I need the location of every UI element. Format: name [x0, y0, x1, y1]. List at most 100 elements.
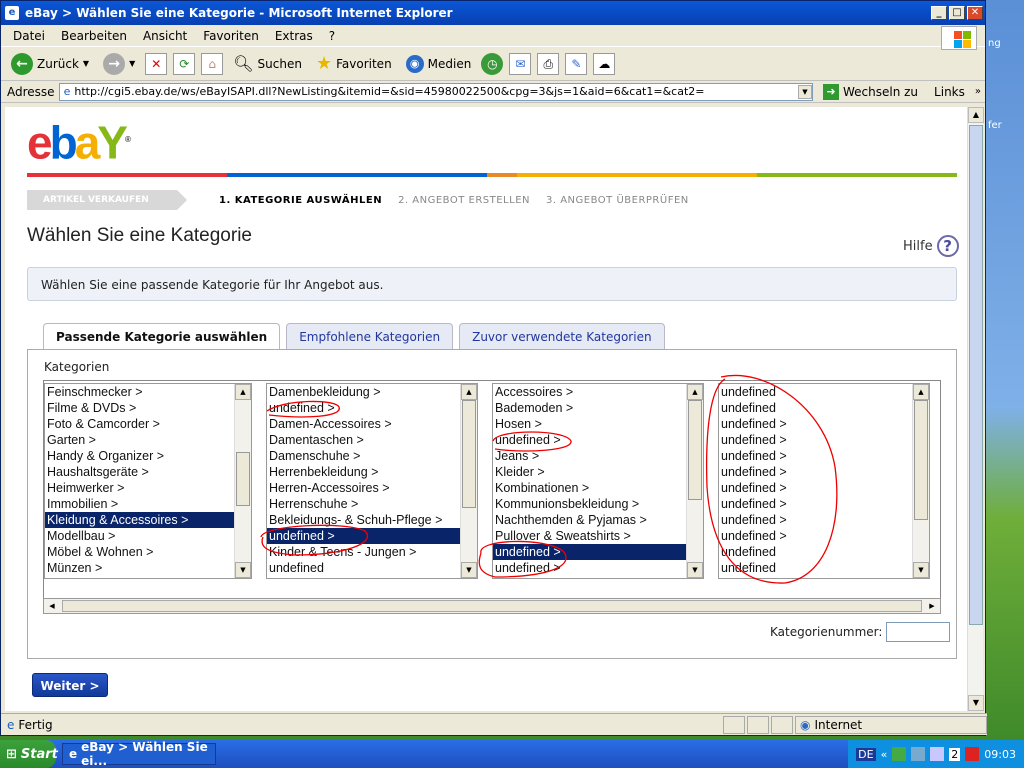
category-option[interactable]: undefined: [267, 560, 460, 576]
scroll-left-icon[interactable]: ◀: [44, 599, 60, 613]
address-dropdown-icon[interactable]: ▼: [798, 84, 812, 99]
menu-extras[interactable]: Extras: [267, 29, 321, 43]
back-button[interactable]: ← Zurück ▼: [7, 51, 93, 77]
category-option[interactable]: Modellbau >: [45, 528, 234, 544]
horizontal-scrollbar[interactable]: ◀ ▶: [43, 598, 941, 614]
category-option[interactable]: Immobilien >: [45, 496, 234, 512]
category-option[interactable]: Nachthemden & Pyjamas >: [493, 512, 686, 528]
category-option[interactable]: Münzen >: [45, 560, 234, 576]
history-icon[interactable]: ◷: [481, 52, 504, 75]
scrollbar[interactable]: ▲ ▼: [912, 384, 929, 578]
category-option[interactable]: undefined >: [493, 432, 686, 448]
category-option[interactable]: undefined >: [719, 416, 912, 432]
category-option[interactable]: undefined: [719, 384, 912, 400]
category-option[interactable]: undefined: [719, 560, 912, 576]
scroll-thumb[interactable]: [969, 125, 983, 625]
category-list-4[interactable]: undefined undefined undefined > undefined >…: [718, 383, 930, 579]
scrollbar[interactable]: ▲ ▼: [460, 384, 477, 578]
category-option[interactable]: Accessoires >: [493, 384, 686, 400]
messenger-icon[interactable]: ☁: [593, 52, 616, 75]
go-button[interactable]: ➜ Wechseln zu: [817, 83, 924, 100]
menu-datei[interactable]: Datei: [5, 29, 53, 43]
scrollbar[interactable]: ▲ ▼: [686, 384, 703, 578]
maximize-button[interactable]: □: [949, 6, 965, 20]
home-icon[interactable]: ⌂: [201, 52, 224, 75]
category-option[interactable]: Damenbekleidung >: [267, 384, 460, 400]
category-option[interactable]: Damentaschen >: [267, 432, 460, 448]
help-link[interactable]: Hilfe ?: [903, 235, 959, 257]
category-option[interactable]: undefined >: [719, 464, 912, 480]
tab-recommended[interactable]: Empfohlene Kategorien: [286, 323, 454, 349]
category-option[interactable]: Herrenbekleidung >: [267, 464, 460, 480]
scroll-right-icon[interactable]: ▶: [924, 599, 940, 613]
category-option[interactable]: Haushaltsgeräte >: [45, 464, 234, 480]
category-option[interactable]: undefined: [719, 400, 912, 416]
scroll-down-icon[interactable]: ▼: [968, 695, 984, 711]
category-option[interactable]: Filme & DVDs >: [45, 400, 234, 416]
menu-ansicht[interactable]: Ansicht: [135, 29, 195, 43]
ebay-logo[interactable]: ebaY®: [27, 117, 131, 165]
scroll-thumb[interactable]: [688, 400, 702, 500]
category-option[interactable]: Heimwerker >: [45, 480, 234, 496]
category-option[interactable]: Herrenschuhe >: [267, 496, 460, 512]
start-button[interactable]: ⊞ Start: [0, 740, 58, 768]
scroll-down-icon[interactable]: ▼: [687, 562, 703, 578]
favorites-button[interactable]: ★ Favoriten: [312, 51, 396, 76]
media-button[interactable]: ◉ Medien: [402, 53, 476, 75]
category-option[interactable]: undefined >: [719, 496, 912, 512]
refresh-icon[interactable]: ⟳: [173, 52, 196, 75]
menu-help[interactable]: ?: [321, 29, 343, 43]
category-option[interactable]: undefined >: [493, 560, 686, 576]
scroll-down-icon[interactable]: ▼: [461, 562, 477, 578]
chevron-right-icon[interactable]: »: [975, 86, 985, 97]
address-input[interactable]: e http://cgi5.ebay.de/ws/eBayISAPI.dll?N…: [58, 82, 813, 101]
close-button[interactable]: ✕: [967, 6, 983, 20]
category-option[interactable]: Damen-Accessoires >: [267, 416, 460, 432]
scroll-thumb[interactable]: [462, 400, 476, 508]
category-option[interactable]: Pullover & Sweatshirts >: [493, 528, 686, 544]
edit-icon[interactable]: ✎: [565, 52, 588, 75]
category-option[interactable]: Kinder & Teens - Jungen >: [267, 544, 460, 560]
category-option[interactable]: Kommunionsbekleidung >: [493, 496, 686, 512]
page-scrollbar[interactable]: ▲ ▼: [967, 107, 984, 711]
scroll-up-icon[interactable]: ▲: [235, 384, 251, 400]
language-indicator[interactable]: DE: [856, 747, 876, 761]
scroll-down-icon[interactable]: ▼: [235, 562, 251, 578]
continue-button[interactable]: Weiter >: [32, 673, 108, 697]
category-option[interactable]: Kombinationen >: [493, 480, 686, 496]
category-option[interactable]: Garten >: [45, 432, 234, 448]
tab-matching-category[interactable]: Passende Kategorie auswählen: [43, 323, 281, 350]
print-icon[interactable]: ⎙: [537, 52, 560, 75]
category-option[interactable]: Kleider >: [493, 464, 686, 480]
scrollbar[interactable]: ▲ ▼: [234, 384, 251, 578]
category-list-3[interactable]: Accessoires > Bademoden > Hosen > undefined…: [492, 383, 704, 579]
menu-bearbeiten[interactable]: Bearbeiten: [53, 29, 135, 43]
taskbar-item-ie[interactable]: e eBay > Wählen Sie ei...: [62, 740, 216, 768]
category-option[interactable]: Feinschmecker >: [45, 384, 234, 400]
category-option[interactable]: undefined >: [267, 400, 460, 416]
scroll-up-icon[interactable]: ▲: [968, 107, 984, 123]
category-option[interactable]: Hosen >: [493, 416, 686, 432]
category-list-2[interactable]: Damenbekleidung > undefined > Damen-Access…: [266, 383, 478, 579]
category-option[interactable]: Bekleidungs- & Schuh-Pflege >: [267, 512, 460, 528]
scroll-thumb[interactable]: [236, 452, 250, 506]
scroll-up-icon[interactable]: ▲: [913, 384, 929, 400]
category-option[interactable]: Foto & Camcorder >: [45, 416, 234, 432]
chevron-left-icon[interactable]: «: [881, 748, 888, 761]
category-option[interactable]: Bademoden >: [493, 400, 686, 416]
search-button[interactable]: 🔍︎ Suchen: [229, 52, 306, 75]
category-number-input[interactable]: [886, 622, 951, 642]
scroll-up-icon[interactable]: ▲: [461, 384, 477, 400]
switch-icon[interactable]: [930, 747, 945, 761]
category-option[interactable]: Jeans >: [493, 448, 686, 464]
category-option[interactable]: Möbel & Wohnen >: [45, 544, 234, 560]
minimize-button[interactable]: _: [931, 6, 947, 20]
scroll-thumb[interactable]: [62, 600, 922, 612]
category-option[interactable]: Kleidung & Accessoires >: [45, 512, 234, 528]
tray-number[interactable]: 2: [949, 747, 961, 761]
scroll-down-icon[interactable]: ▼: [913, 562, 929, 578]
network-icon[interactable]: [892, 747, 907, 761]
mail-icon[interactable]: ✉: [509, 52, 532, 75]
category-list-1[interactable]: Feinschmecker > Filme & DVDs > Foto & Camc…: [44, 383, 252, 579]
category-option[interactable]: Damenschuhe >: [267, 448, 460, 464]
